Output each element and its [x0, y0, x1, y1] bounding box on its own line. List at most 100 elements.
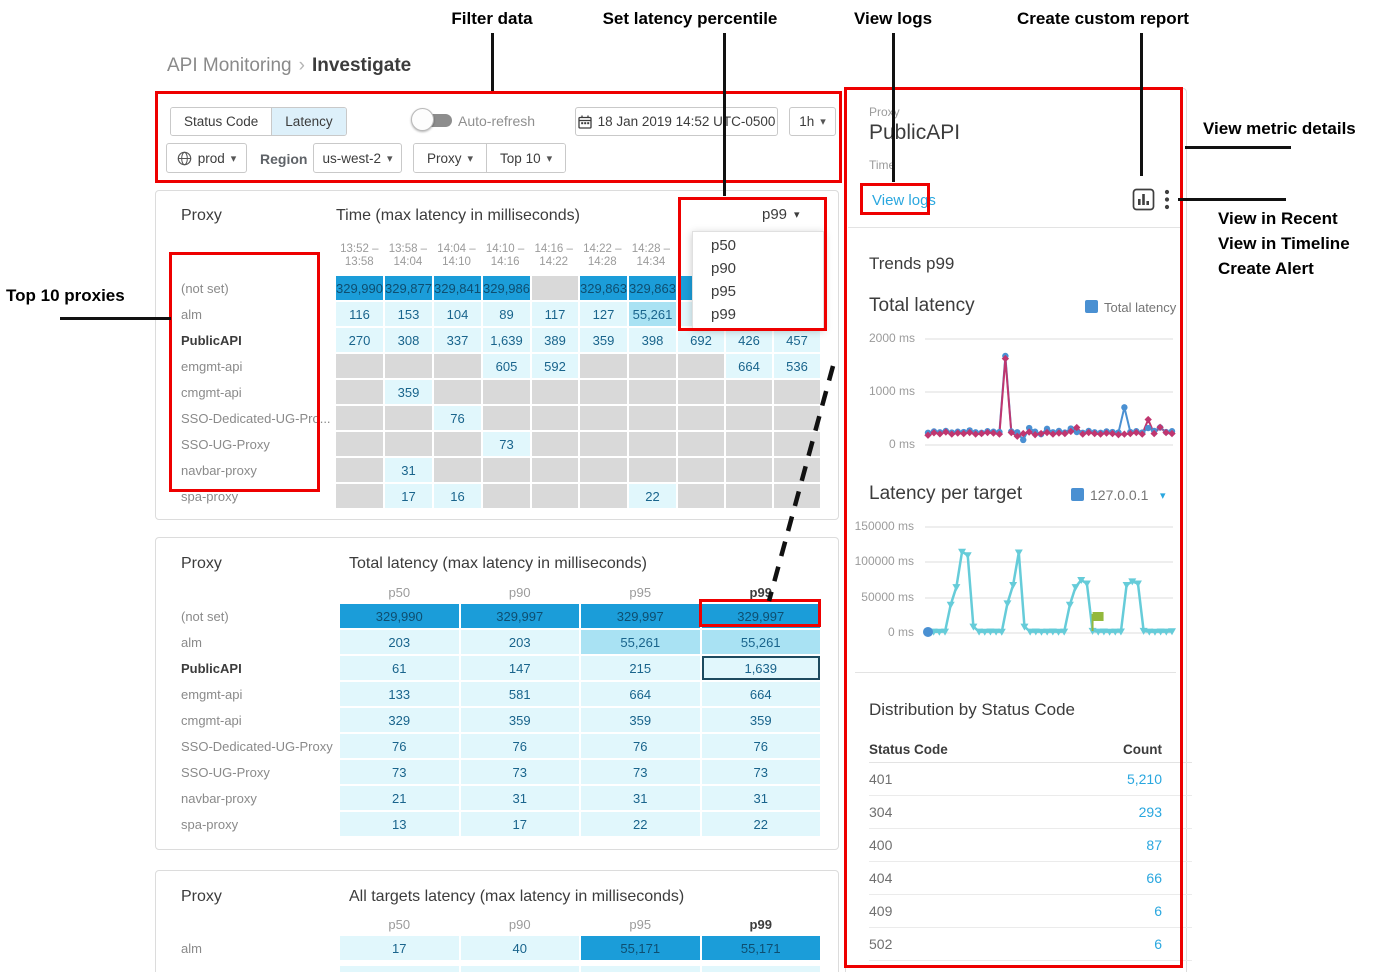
- latency-cell[interactable]: 329,997: [702, 604, 821, 628]
- status-count-link[interactable]: 87: [1146, 837, 1162, 853]
- latency-cell[interactable]: 55,261: [581, 630, 700, 654]
- time-cell[interactable]: [434, 380, 481, 404]
- latency-cell[interactable]: 40: [461, 936, 580, 960]
- time-cell[interactable]: [434, 458, 481, 482]
- time-cell[interactable]: [678, 406, 724, 430]
- time-cell[interactable]: [385, 354, 432, 378]
- time-cell[interactable]: [336, 406, 383, 430]
- time-cell[interactable]: 16: [434, 484, 481, 508]
- proxy-dropdown[interactable]: Proxy: [414, 144, 486, 172]
- time-cell[interactable]: [629, 432, 676, 456]
- time-cell[interactable]: 329,877: [385, 276, 432, 300]
- time-cell[interactable]: [726, 432, 772, 456]
- time-cell[interactable]: [580, 458, 627, 482]
- percentile-option-p95[interactable]: p95: [693, 280, 823, 303]
- percentile-option-p99[interactable]: p99: [693, 303, 823, 326]
- time-cell[interactable]: 17: [385, 484, 432, 508]
- time-cell[interactable]: 329,863: [580, 276, 627, 300]
- latency-cell[interactable]: 76: [581, 734, 700, 758]
- latency-cell[interactable]: 664: [702, 682, 821, 706]
- time-cell[interactable]: [580, 432, 627, 456]
- percentile-option-p50[interactable]: p50: [693, 234, 823, 257]
- latency-cell[interactable]: 76: [340, 734, 459, 758]
- time-cell[interactable]: 117: [532, 302, 578, 326]
- latency-cell[interactable]: 147: [461, 656, 580, 680]
- time-cell[interactable]: [483, 484, 530, 508]
- time-cell[interactable]: [774, 458, 820, 482]
- time-cell[interactable]: [532, 432, 578, 456]
- time-cell[interactable]: [336, 458, 383, 482]
- latency-cell[interactable]: 329,997: [461, 604, 580, 628]
- latency-cell[interactable]: 215: [581, 656, 700, 680]
- latency-cell[interactable]: 21: [340, 786, 459, 810]
- time-cell[interactable]: 329,986: [483, 276, 530, 300]
- time-cell[interactable]: 457: [774, 328, 820, 352]
- latency-cell[interactable]: 73: [581, 760, 700, 784]
- time-cell[interactable]: 398: [629, 328, 676, 352]
- time-cell[interactable]: 104: [434, 302, 481, 326]
- time-cell[interactable]: 76: [434, 406, 481, 430]
- latency-cell[interactable]: 329: [340, 708, 459, 732]
- time-cell[interactable]: [580, 354, 627, 378]
- time-cell[interactable]: [336, 484, 383, 508]
- time-cell[interactable]: 592: [532, 354, 578, 378]
- time-cell[interactable]: [774, 406, 820, 430]
- time-cell[interactable]: [678, 458, 724, 482]
- time-cell[interactable]: 426: [726, 328, 772, 352]
- time-cell[interactable]: [629, 380, 676, 404]
- latency-cell[interactable]: 329,997: [581, 604, 700, 628]
- region-dropdown[interactable]: us-west-2: [313, 143, 402, 173]
- status-count-link[interactable]: 293: [1139, 804, 1162, 820]
- time-cell[interactable]: 605: [483, 354, 530, 378]
- time-cell[interactable]: [483, 458, 530, 482]
- time-cell[interactable]: [678, 484, 724, 508]
- time-cell[interactable]: [678, 354, 724, 378]
- latency-cell[interactable]: 73: [461, 760, 580, 784]
- status-count-link[interactable]: 5,210: [1127, 771, 1162, 787]
- target-dropdown-icon[interactable]: ▾: [1160, 489, 1166, 502]
- status-count-link[interactable]: 6: [1154, 936, 1162, 952]
- latency-cell[interactable]: 359: [581, 708, 700, 732]
- time-cell[interactable]: [580, 484, 627, 508]
- time-cell[interactable]: [629, 354, 676, 378]
- time-cell[interactable]: [483, 380, 530, 404]
- time-cell[interactable]: 1,639: [483, 328, 530, 352]
- time-cell[interactable]: [483, 406, 530, 430]
- time-cell[interactable]: [532, 276, 578, 300]
- time-cell[interactable]: 359: [580, 328, 627, 352]
- environment-dropdown[interactable]: prod: [166, 143, 247, 173]
- time-cell[interactable]: [385, 406, 432, 430]
- time-cell[interactable]: [678, 380, 724, 404]
- time-cell[interactable]: [774, 432, 820, 456]
- latency-cell[interactable]: 17: [461, 812, 580, 836]
- latency-cell[interactable]: [702, 966, 821, 972]
- percentile-option-p90[interactable]: p90: [693, 257, 823, 280]
- time-cell[interactable]: 308: [385, 328, 432, 352]
- percentile-select[interactable]: p99 ▾: [762, 206, 800, 223]
- time-cell[interactable]: [726, 458, 772, 482]
- latency-cell[interactable]: [581, 966, 700, 972]
- latency-cell[interactable]: 17: [340, 936, 459, 960]
- latency-cell[interactable]: 55,171: [702, 936, 821, 960]
- status-count-link[interactable]: 6: [1154, 903, 1162, 919]
- latency-cell[interactable]: 31: [702, 786, 821, 810]
- latency-cell[interactable]: [461, 966, 580, 972]
- tab-status-code[interactable]: Status Code: [171, 108, 271, 135]
- time-cell[interactable]: [726, 484, 772, 508]
- latency-cell[interactable]: 203: [340, 630, 459, 654]
- latency-cell[interactable]: 55,261: [702, 630, 821, 654]
- time-cell[interactable]: [532, 380, 578, 404]
- time-cell[interactable]: [336, 432, 383, 456]
- view-metric-details-icon[interactable]: [1132, 188, 1155, 211]
- latency-cell[interactable]: 581: [461, 682, 580, 706]
- time-cell[interactable]: 329,990: [336, 276, 383, 300]
- time-cell[interactable]: [532, 406, 578, 430]
- time-cell[interactable]: 73: [483, 432, 530, 456]
- status-count-link[interactable]: 66: [1146, 870, 1162, 886]
- time-cell[interactable]: 89: [483, 302, 530, 326]
- latency-cell[interactable]: 76: [702, 734, 821, 758]
- latency-cell[interactable]: [340, 966, 459, 972]
- latency-cell[interactable]: 22: [702, 812, 821, 836]
- time-cell[interactable]: [726, 406, 772, 430]
- time-cell[interactable]: 664: [726, 354, 772, 378]
